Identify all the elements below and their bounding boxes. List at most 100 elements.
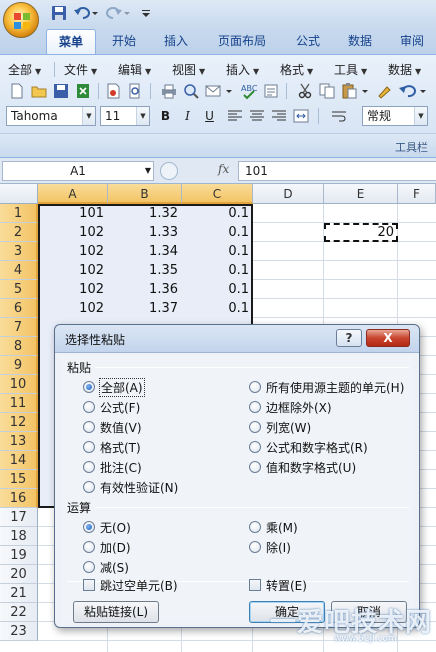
align-center-icon[interactable] [248,107,266,125]
tab-review[interactable]: 审阅 [390,29,434,54]
column-header[interactable]: F [398,184,436,204]
merge-center-icon[interactable] [292,107,310,125]
paste-validation-radio[interactable]: 有效性验证(N) [83,479,178,495]
row-header[interactable]: 23 [0,622,38,641]
column-header[interactable]: B [108,184,182,204]
office-button[interactable] [3,2,39,38]
email-icon[interactable] [204,82,222,100]
align-right-icon[interactable] [270,107,288,125]
undo-icon[interactable] [72,4,100,22]
cell[interactable]: 1.33 [108,223,182,242]
paste-comments-radio[interactable]: 批注(C) [83,459,142,475]
cell[interactable]: 102 [38,261,108,280]
save-icon[interactable] [52,82,70,100]
cell[interactable]: 0.1 [182,242,253,261]
menu-insert[interactable]: 插入 ▼ [226,61,259,79]
row-header[interactable]: 3 [0,242,38,261]
print-icon[interactable] [160,82,178,100]
menu-data[interactable]: 数据 ▼ [388,61,421,79]
row-header[interactable]: 9 [0,356,38,375]
row-header[interactable]: 15 [0,470,38,489]
paste-link-button[interactable]: 粘贴链接(L) [73,601,159,623]
excel-icon[interactable] [74,82,92,100]
name-box[interactable]: A1 ▼ [2,161,154,181]
open-folder-icon[interactable] [30,82,48,100]
select-all-corner[interactable] [0,184,38,204]
tab-menu[interactable]: 菜单 [46,29,96,54]
row-header[interactable]: 18 [0,527,38,546]
row-header[interactable]: 10 [0,375,38,394]
close-button[interactable]: X [366,329,410,347]
cell[interactable]: 0.1 [182,299,253,318]
row-header[interactable]: 11 [0,394,38,413]
cell[interactable]: 0.1 [182,204,253,223]
operation-none-radio[interactable]: 无(O) [83,519,131,535]
ok-button[interactable]: 确定 [249,601,325,623]
pdf-icon[interactable] [104,82,122,100]
operation-divide-radio[interactable]: 除(I) [249,539,291,555]
paste-values-numbers-radio[interactable]: 值和数字格式(U) [249,459,356,475]
menu-view[interactable]: 视图 ▼ [172,61,205,79]
row-header[interactable]: 17 [0,508,38,527]
transpose-checkbox[interactable]: 转置(E) [249,577,307,593]
paste-values-radio[interactable]: 数值(V) [83,419,142,435]
row-header[interactable]: 13 [0,432,38,451]
cell[interactable]: 102 [38,223,108,242]
row-header[interactable]: 16 [0,489,38,508]
tab-formulas[interactable]: 公式 [286,29,330,54]
spell-check-icon[interactable]: ABC [240,82,258,100]
copy-icon[interactable] [318,82,336,100]
cell[interactable]: 1.35 [108,261,182,280]
zoom-icon[interactable] [182,82,200,100]
menu-file[interactable]: 文件 ▼ [64,61,97,79]
cell[interactable]: 102 [38,242,108,261]
column-header[interactable]: A [38,184,108,204]
row-header[interactable]: 22 [0,603,38,622]
row-header[interactable]: 5 [0,280,38,299]
insert-function-button[interactable]: fx [218,162,229,176]
formula-input[interactable]: 101 [238,161,436,181]
underline-button[interactable]: U [200,107,219,125]
paste-icon[interactable] [340,82,358,100]
chevron-down-icon[interactable] [418,82,436,100]
tab-data[interactable]: 数据 [338,29,382,54]
paste-all-radio[interactable]: 全部(A) [83,377,145,397]
operation-add-radio[interactable]: 加(D) [83,539,131,555]
column-header[interactable]: C [182,184,253,204]
row-header[interactable]: 20 [0,565,38,584]
number-format-select[interactable]: 常规 ▼ [362,106,428,126]
save-icon[interactable] [50,4,68,22]
tab-insert[interactable]: 插入 [154,29,198,54]
paste-source-theme-radio[interactable]: 所有使用源主题的单元(H) [249,379,404,395]
paste-column-widths-radio[interactable]: 列宽(W) [249,419,311,435]
font-name-select[interactable]: Tahoma ▼ [6,106,96,126]
cell[interactable]: 0.1 [182,223,253,242]
cell[interactable]: 1.32 [108,204,182,223]
align-left-icon[interactable] [226,107,244,125]
new-file-icon[interactable] [8,82,26,100]
row-header[interactable]: 2 [0,223,38,242]
paste-formats-radio[interactable]: 格式(T) [83,439,141,455]
menu-all[interactable]: 全部 ▼ [8,61,41,79]
row-header[interactable]: 21 [0,584,38,603]
cell[interactable]: 102 [38,299,108,318]
undo-icon[interactable] [398,82,416,100]
help-button[interactable]: ? [336,329,362,347]
column-header[interactable]: E [324,184,398,204]
cell[interactable]: 0.1 [182,280,253,299]
customize-quick-access-icon[interactable] [138,4,154,22]
redo-icon[interactable] [104,4,132,22]
tab-home[interactable]: 开始 [102,29,146,54]
row-header[interactable]: 19 [0,546,38,565]
skip-blanks-checkbox[interactable]: 跳过空单元(B) [83,577,178,593]
bold-button[interactable]: B [156,107,175,125]
operation-subtract-radio[interactable]: 减(S) [83,559,129,575]
cell[interactable]: 1.37 [108,299,182,318]
print-preview-icon[interactable] [126,82,144,100]
cell[interactable]: 101 [38,204,108,223]
research-icon[interactable] [262,82,280,100]
row-header[interactable]: 1 [0,204,38,223]
paste-formulas-numbers-radio[interactable]: 公式和数字格式(R) [249,439,368,455]
italic-button[interactable]: I [178,107,197,125]
cell[interactable]: 1.36 [108,280,182,299]
